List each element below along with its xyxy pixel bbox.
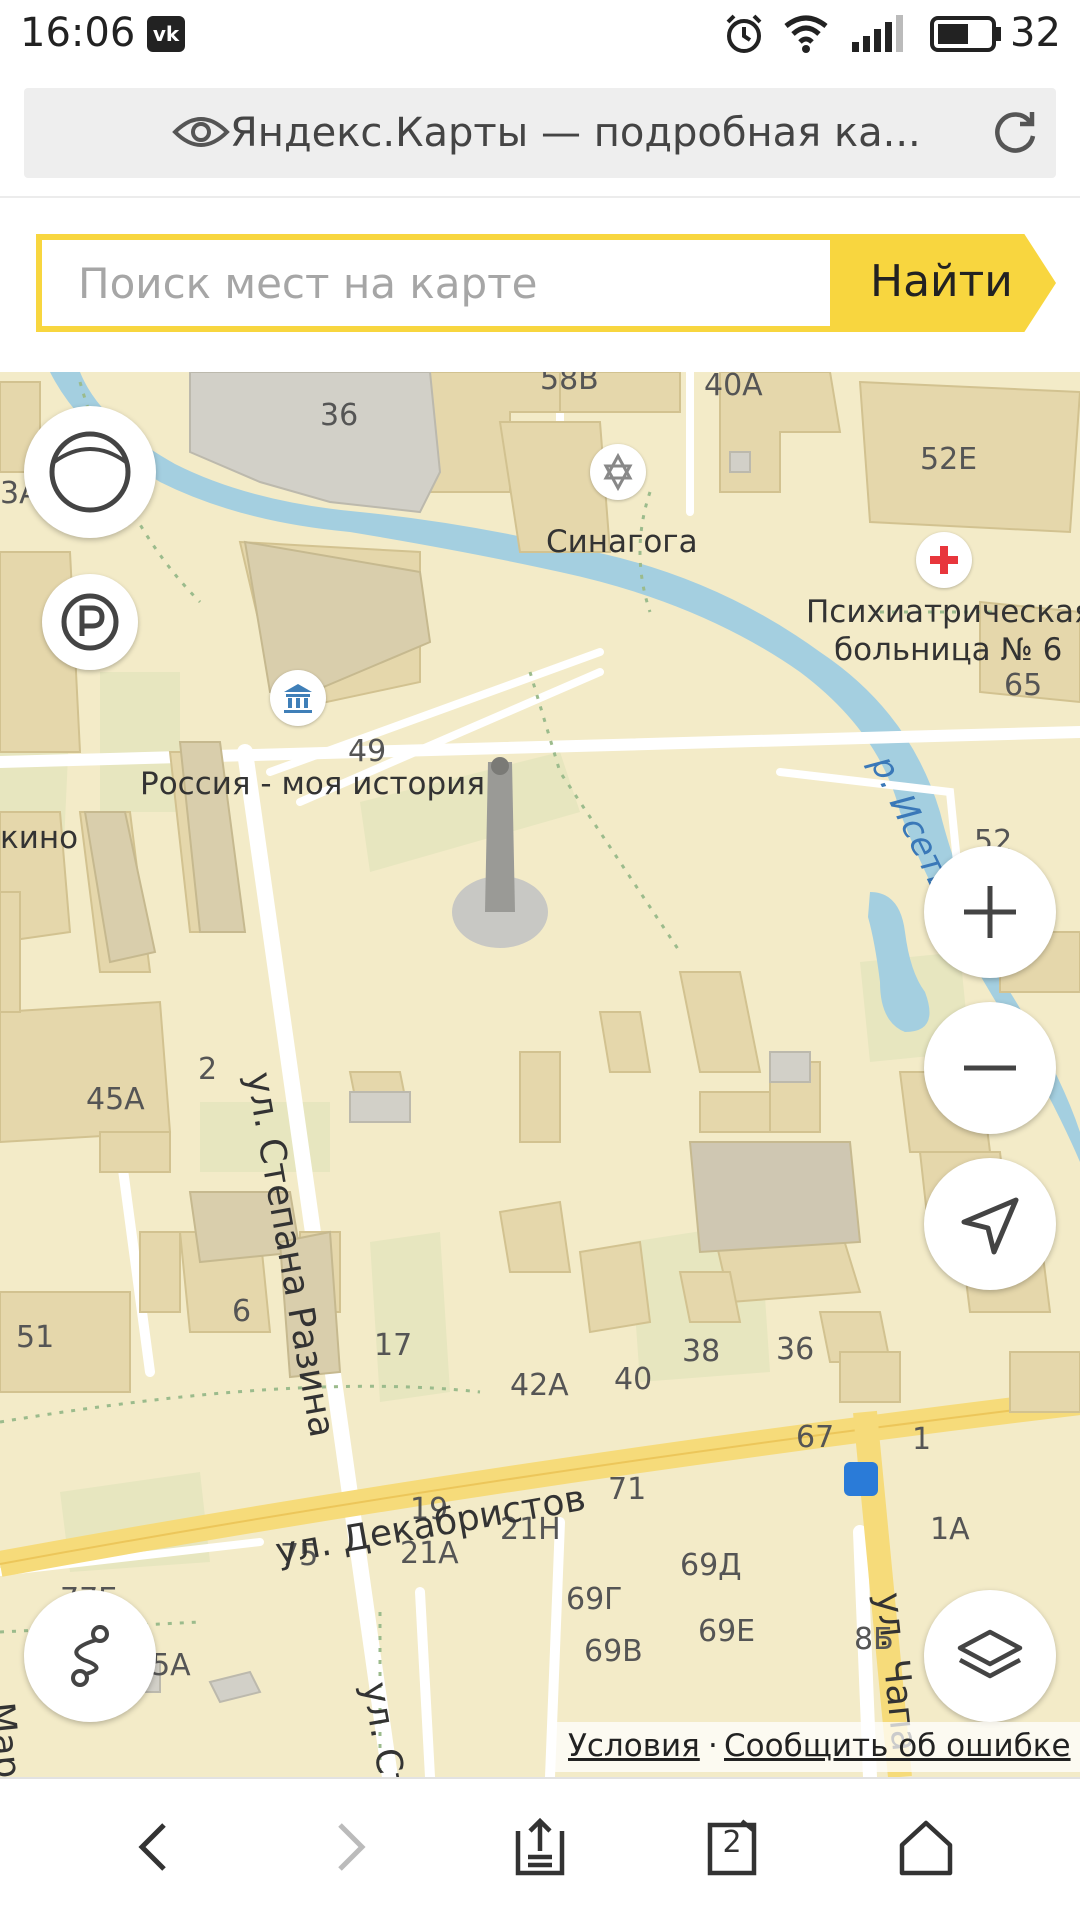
home-button[interactable]: [866, 1779, 986, 1920]
building-label: 1: [912, 1422, 932, 1457]
signal-icon: [852, 15, 903, 52]
building-label: 42А: [510, 1368, 569, 1403]
building-label: 58В: [540, 372, 599, 397]
battery-icon: [930, 16, 1001, 52]
address-bar[interactable]: Яндекс.Карты — подробная ка...: [24, 88, 1056, 178]
page-title: Яндекс.Карты — подробная ка...: [230, 110, 921, 156]
share-icon: [515, 1817, 565, 1876]
building-label: 2: [198, 1052, 218, 1087]
tabs-button[interactable]: 2: [672, 1779, 792, 1920]
synagogue-icon[interactable]: [590, 444, 646, 500]
parking-icon: [61, 593, 119, 651]
building-label: 71: [608, 1472, 647, 1507]
parking-button[interactable]: [42, 574, 138, 670]
report-error-link[interactable]: Сообщить об ошибке: [724, 1728, 1071, 1764]
zoom-out-button[interactable]: [924, 1002, 1056, 1134]
panorama-button[interactable]: [24, 406, 156, 538]
building-label: 40: [614, 1362, 653, 1397]
synagogue-label[interactable]: Синагога: [546, 524, 698, 560]
layers-button[interactable]: [924, 1590, 1056, 1722]
search-bar: Найти: [0, 198, 1080, 372]
status-time: 16:06: [20, 10, 136, 56]
search-input[interactable]: [42, 240, 830, 326]
route-icon: [71, 1625, 109, 1687]
map-canvas[interactable]: 36 58В 40А 52Е 3А Синагога Психиатрическ…: [0, 372, 1080, 1777]
forward-button[interactable]: [290, 1779, 410, 1920]
search-box: [36, 234, 836, 332]
hospital-label-line2[interactable]: больница № 6: [834, 632, 1062, 668]
building-label: 69Е: [698, 1614, 756, 1649]
building-label: 45А: [86, 1082, 145, 1117]
back-button[interactable]: [94, 1779, 214, 1920]
building-label: 69В: [584, 1634, 643, 1669]
terms-link[interactable]: Условия: [568, 1728, 700, 1764]
map-footer-links: Условия · Сообщить об ошибке: [552, 1722, 1080, 1772]
battery-level: 32: [1010, 10, 1061, 56]
building-label: 36: [320, 398, 359, 433]
building-label: 51: [16, 1320, 55, 1355]
tabs-count: 2: [722, 1825, 742, 1860]
bus-stop-icon[interactable]: [844, 1462, 878, 1496]
home-icon: [899, 1820, 953, 1876]
building-label: 49: [348, 734, 387, 769]
forward-arrow-icon: [338, 1823, 366, 1871]
museum-label[interactable]: Россия - моя история: [140, 766, 485, 802]
zoom-in-button[interactable]: [924, 846, 1056, 978]
minus-icon: [964, 1065, 1016, 1071]
reload-icon[interactable]: [990, 108, 1040, 158]
building-label: 38: [682, 1334, 721, 1369]
building-label: 67: [796, 1420, 835, 1455]
link-separator: ·: [708, 1728, 718, 1764]
building-label: 52Е: [920, 442, 978, 477]
share-button[interactable]: [480, 1779, 600, 1920]
my-location-button[interactable]: [924, 1158, 1056, 1290]
building-label: 6: [232, 1294, 252, 1329]
alarm-icon: [726, 14, 762, 53]
status-bar: 16:06 vk 32: [0, 0, 1080, 70]
vk-icon: vk: [147, 16, 185, 52]
building-label: 40А: [704, 372, 763, 403]
panorama-icon: [49, 431, 131, 513]
cinema-label[interactable]: кино: [0, 820, 78, 856]
museum-icon[interactable]: [270, 670, 326, 726]
search-button-label: Найти: [870, 256, 1013, 307]
location-arrow-icon: [961, 1197, 1019, 1255]
route-button[interactable]: [24, 1590, 156, 1722]
building-label: 36: [776, 1332, 815, 1367]
layers-icon: [957, 1629, 1023, 1679]
building-label: 17: [374, 1328, 413, 1363]
back-arrow-icon: [138, 1823, 166, 1871]
browser-bottom-nav: 2: [0, 1777, 1080, 1920]
hospital-label-line1[interactable]: Психиатрическая: [806, 594, 1080, 630]
building-label: 69Г: [566, 1582, 623, 1617]
wifi-icon: [784, 15, 828, 53]
search-button[interactable]: Найти: [830, 234, 1056, 332]
building-label: 65: [1004, 668, 1043, 703]
eye-icon: [172, 117, 230, 147]
browser-toolbar: Яндекс.Карты — подробная ка...: [0, 70, 1080, 198]
plus-icon: [964, 886, 1016, 938]
building-label: 69Д: [680, 1548, 742, 1583]
building-label: 1А: [930, 1512, 970, 1547]
hospital-icon[interactable]: [916, 532, 972, 588]
